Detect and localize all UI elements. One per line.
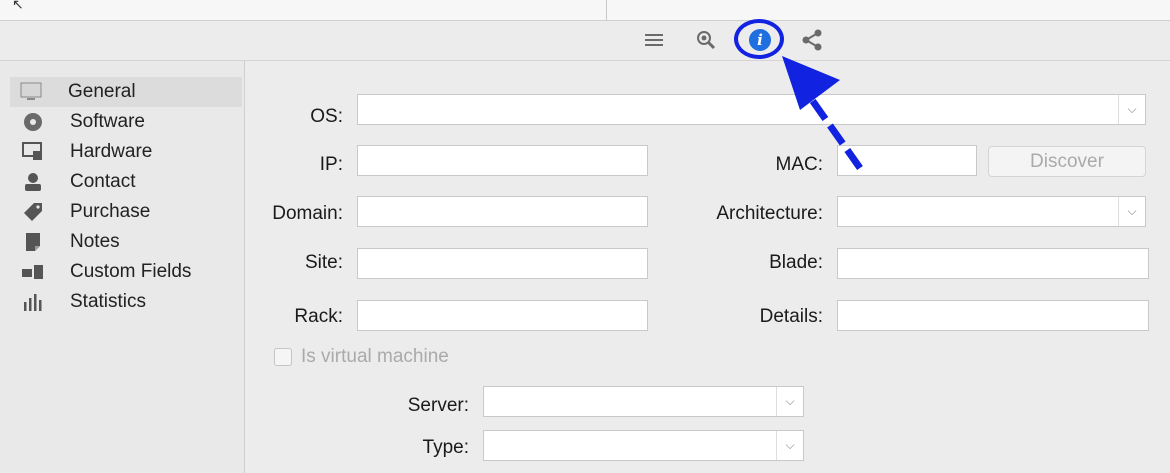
rack-field[interactable] (357, 300, 648, 331)
sidebar-item-notes[interactable]: Notes (12, 227, 244, 257)
type-label: Type: (422, 437, 469, 458)
virtual-machine-label: Is virtual machine (301, 346, 449, 367)
site-field[interactable] (357, 248, 648, 279)
site-label: Site: (304, 252, 343, 273)
sidebar-item-software[interactable]: Software (12, 107, 244, 137)
domain-field[interactable] (357, 196, 648, 227)
hardware-icon (22, 141, 44, 163)
blade-label: Blade: (769, 252, 823, 273)
zoom-icon[interactable] (694, 28, 718, 52)
sidebar-item-hardware[interactable]: Hardware (12, 137, 244, 167)
sidebar-item-statistics[interactable]: Statistics (12, 287, 244, 317)
sidebar-item-label: Software (70, 111, 145, 132)
disc-icon (22, 111, 44, 133)
rack-label: Rack: (294, 306, 343, 327)
sidebar: General Software Hardware Contact Purcha… (0, 61, 245, 473)
custom-fields-icon (22, 261, 44, 283)
mac-label: MAC: (775, 154, 824, 175)
sidebar-item-general[interactable]: General (10, 77, 242, 107)
chevron-down-icon: ⌵ (1118, 95, 1145, 124)
architecture-select[interactable]: ⌵ (837, 196, 1146, 227)
os-select[interactable]: ⌵ (357, 94, 1146, 125)
details-label: Details: (759, 306, 823, 327)
sidebar-item-custom-fields[interactable]: Custom Fields (12, 257, 244, 287)
virtual-machine-checkbox[interactable] (274, 348, 292, 366)
sidebar-item-label: Hardware (70, 141, 153, 162)
server-label: Server: (407, 395, 469, 416)
virtual-machine-checkbox-row[interactable]: Is virtual machine (274, 346, 449, 368)
share-icon[interactable] (800, 28, 824, 52)
highlight-ring (734, 19, 784, 59)
mac-field[interactable] (837, 145, 977, 176)
statistics-icon (22, 291, 44, 313)
monitor-icon (20, 81, 42, 103)
chevron-down-icon: ⌵ (776, 387, 803, 416)
sidebar-item-label: Contact (70, 171, 136, 192)
server-select[interactable]: ⌵ (483, 386, 804, 417)
type-select[interactable]: ⌵ (483, 430, 804, 461)
discover-button[interactable]: Discover (988, 146, 1146, 177)
details-field[interactable] (837, 300, 1149, 331)
list-icon[interactable] (642, 28, 666, 52)
split-divider[interactable] (606, 0, 607, 20)
tag-icon (22, 201, 44, 223)
mouse-cursor-icon: ↖ (12, 0, 24, 12)
sidebar-item-purchase[interactable]: Purchase (12, 197, 244, 227)
sidebar-item-contact[interactable]: Contact (12, 167, 244, 197)
os-label: OS: (310, 106, 343, 127)
sidebar-item-label: Statistics (70, 291, 147, 312)
toolbar: i (0, 21, 1170, 61)
sidebar-item-label: Notes (70, 231, 120, 252)
sidebar-item-label: General (68, 81, 136, 102)
chevron-down-icon: ⌵ (1118, 197, 1145, 226)
ip-field[interactable] (357, 145, 648, 176)
notes-icon (22, 231, 44, 253)
top-strip: ↖ (0, 0, 1170, 21)
blade-field[interactable] (837, 248, 1149, 279)
contact-icon (22, 171, 44, 193)
ip-label: IP: (319, 154, 343, 175)
domain-label: Domain: (272, 203, 343, 224)
architecture-label: Architecture: (716, 203, 823, 224)
sidebar-item-label: Custom Fields (70, 261, 192, 282)
sidebar-item-label: Purchase (70, 201, 151, 222)
chevron-down-icon: ⌵ (776, 431, 803, 460)
